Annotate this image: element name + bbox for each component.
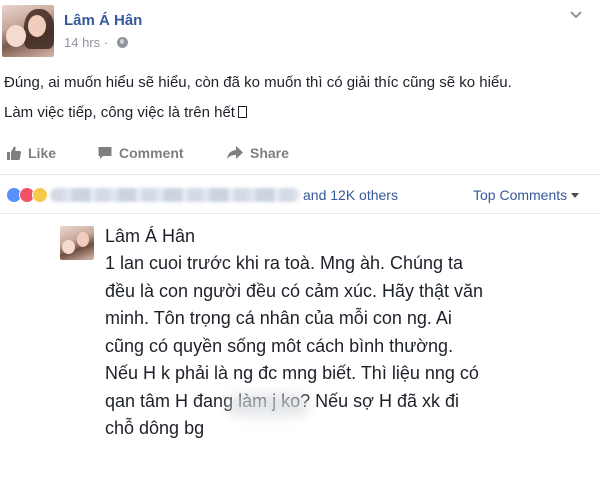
like-button[interactable]: Like [6, 144, 56, 162]
share-button[interactable]: Share [226, 144, 289, 162]
post-header: Lâm Á Hân 14 hrs · [0, 0, 600, 60]
comment-author-name[interactable]: Lâm Á Hân [105, 226, 195, 247]
reactions-count[interactable]: and 12K others [303, 187, 398, 203]
globe-icon [117, 37, 128, 48]
avatar-baby-face [62, 240, 75, 254]
like-label: Like [28, 145, 57, 161]
top-comments-dropdown[interactable]: Top Comments [473, 187, 580, 203]
comment-avatar[interactable] [60, 226, 94, 260]
comment-text-line: Nếu H k phải là ng đc mng biết. Thì liệu… [105, 363, 479, 383]
chevron-down-icon[interactable] [568, 6, 584, 22]
post-author-name[interactable]: Lâm Á Hân [64, 12, 142, 29]
sad-reaction-icon[interactable] [32, 187, 48, 203]
comment-text: 1 lan cuoi trước khi ra toà. Mng àh. Chú… [105, 250, 545, 443]
post-timestamp[interactable]: 14 hrs · [64, 35, 108, 50]
missing-glyph-box [237, 106, 247, 118]
comment-label: Comment [119, 145, 184, 161]
comment-icon [98, 147, 112, 159]
blurred-reactor-names [50, 188, 300, 202]
post-body: Đúng, ai muốn hiểu sẽ hiểu, còn đã ko mu… [4, 68, 594, 128]
comment-text-line: minh. Tôn trọng cá nhân của mỗi con ng. … [105, 308, 452, 328]
comment-text-line: cũng có quyền sống môt cách bình thường. [105, 335, 454, 356]
caret-down-icon [571, 193, 580, 198]
comment-button[interactable]: Comment [97, 144, 184, 162]
avatar-woman-face [77, 232, 89, 247]
avatar-baby-face [6, 25, 26, 47]
comment-text-line: chỗ dông bg [105, 418, 205, 438]
post-text-line: Đúng, ai muốn hiểu sẽ hiểu, còn đã ko mu… [4, 74, 512, 91]
top-comments-label: Top Comments [473, 187, 568, 203]
post-text: Làm việc tiếp, công việc là trên hết [4, 104, 235, 121]
comment-text-line: 1 lan cuoi trước khi ra toà. Mng àh. Chú… [105, 253, 464, 273]
reactions-bar: and 12K others Top Comments [0, 174, 600, 214]
thumbs-up-icon [7, 146, 22, 160]
avatar-woman-face [28, 15, 46, 37]
comment-text-line: đều là con người đều có cảm xúc. Hãy thậ… [105, 280, 484, 301]
avatar[interactable] [2, 5, 54, 57]
comment-text-line: qan tâm H đang làm j ko? Nếu sợ H đã xk … [105, 390, 459, 411]
blurred-region [228, 394, 308, 416]
action-bar: Like Comment Share [0, 136, 600, 170]
comment: Lâm Á Hân 1 lan cuoi trước khi ra toà. M… [0, 214, 600, 500]
post-text-line: Làm việc tiếp, công việc là trên hết [4, 98, 594, 128]
share-arrow-icon [227, 146, 243, 159]
share-label: Share [250, 145, 289, 161]
